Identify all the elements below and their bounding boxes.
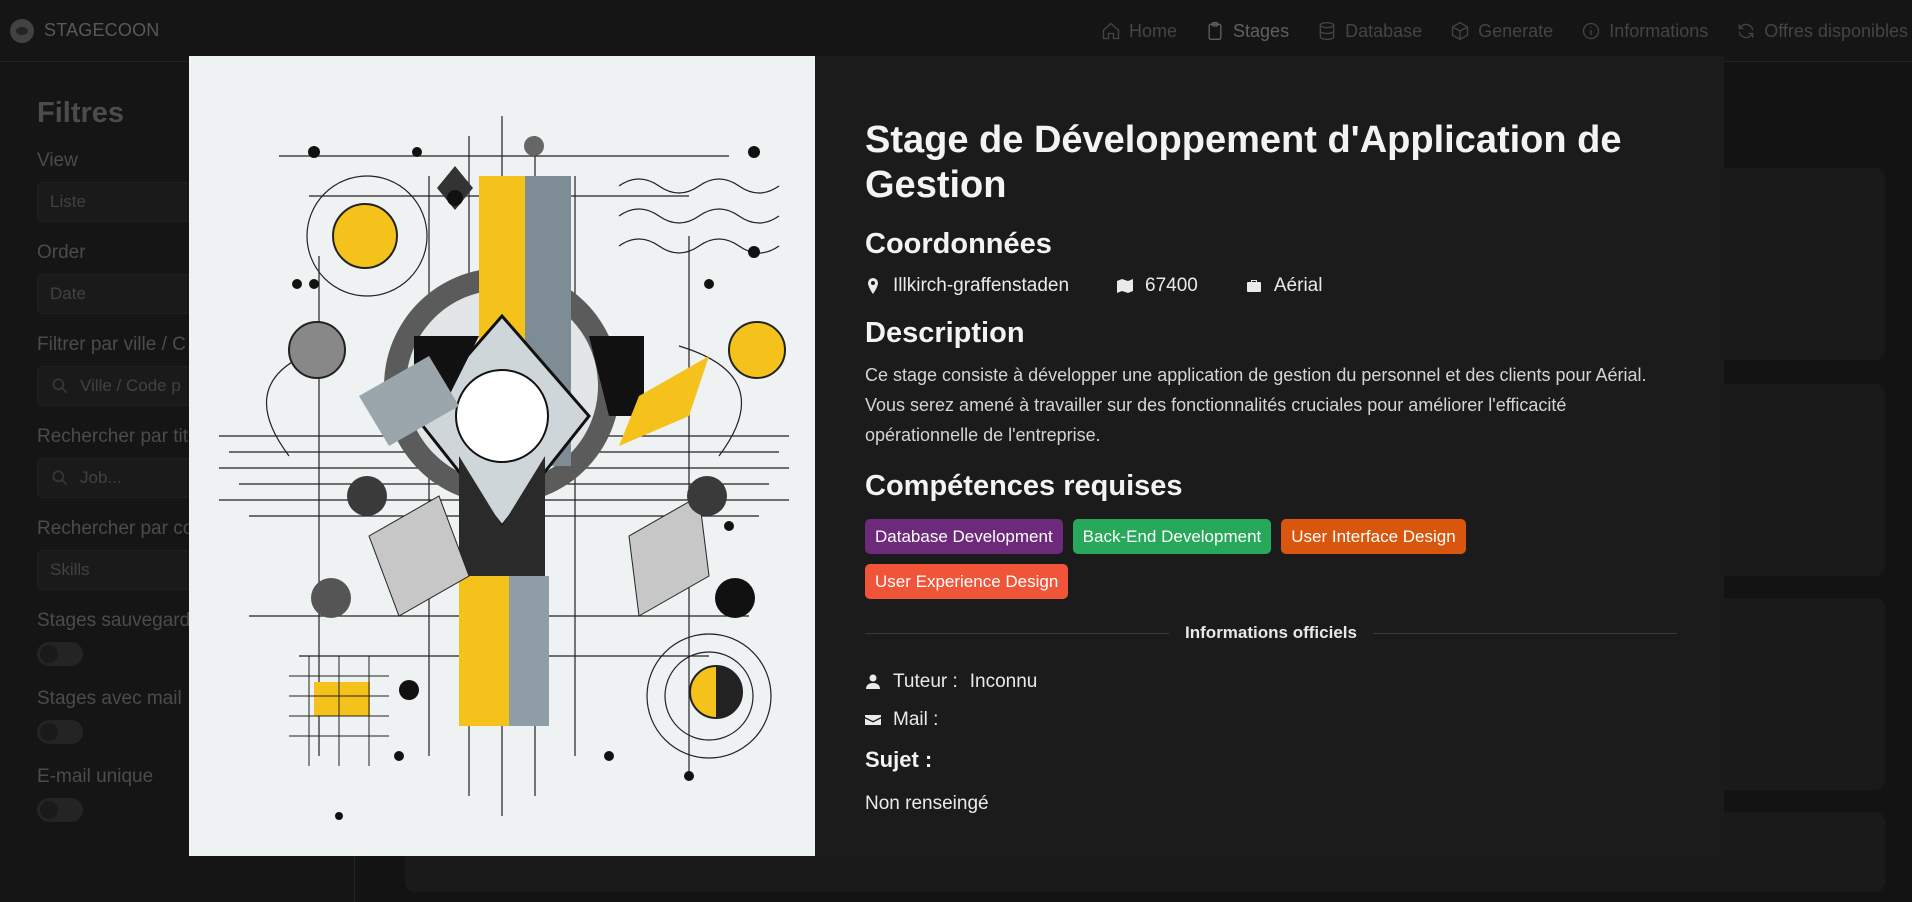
skill-badge[interactable]: Database Development (865, 519, 1063, 554)
skill-badge[interactable]: User Experience Design (865, 564, 1069, 599)
abstract-art-illustration (189, 56, 815, 856)
official-heading: Informations officiels (1169, 623, 1373, 643)
mail-label: Mail : (893, 709, 939, 730)
description-text: Ce stage consiste à développer une appli… (865, 365, 1647, 445)
city-info: Illkirch-graffenstaden (865, 275, 1069, 297)
postal-info: 67400 (1117, 275, 1198, 297)
mail-row: Mail : (865, 709, 1677, 731)
page: STAGECOON Home Stages Database Generate … (0, 0, 1912, 902)
tutor-label: Tuteur : (893, 671, 958, 692)
subject-value: Non renseingé (865, 793, 989, 814)
job-illustration (189, 56, 815, 856)
subject-label: Sujet : (865, 747, 933, 772)
coords-row: Illkirch-graffenstaden 67400 Aérial (865, 275, 1677, 297)
skill-badge[interactable]: Back-End Development (1072, 519, 1272, 554)
job-title: Stage de Développement d'Application de … (865, 119, 1622, 206)
company-info: Aérial (1246, 275, 1323, 297)
tutor-row: Tuteur : Inconnu (865, 671, 1677, 693)
map-pin-icon (868, 278, 878, 294)
skills-list: Database Development Back-End Developmen… (865, 519, 1505, 599)
official-divider: Informations officiels (865, 623, 1677, 643)
description-heading: Description (865, 317, 1025, 349)
briefcase-icon (1246, 280, 1261, 292)
tutor-value: Inconnu (969, 671, 1038, 692)
coords-heading: Coordonnées (865, 228, 1052, 260)
map-icon (1117, 279, 1134, 293)
job-detail-modal: Stage de Développement d'Application de … (189, 56, 1724, 856)
company-value: Aérial (1273, 275, 1323, 296)
envelope-icon (865, 715, 881, 725)
modal-content: Stage de Développement d'Application de … (865, 118, 1677, 815)
skill-badge[interactable]: User Interface Design (1281, 519, 1466, 554)
skills-heading: Compétences requises (865, 470, 1183, 502)
user-icon (866, 674, 880, 689)
postal-code-value: 67400 (1145, 275, 1198, 296)
city-value: Illkirch-graffenstaden (893, 275, 1070, 296)
